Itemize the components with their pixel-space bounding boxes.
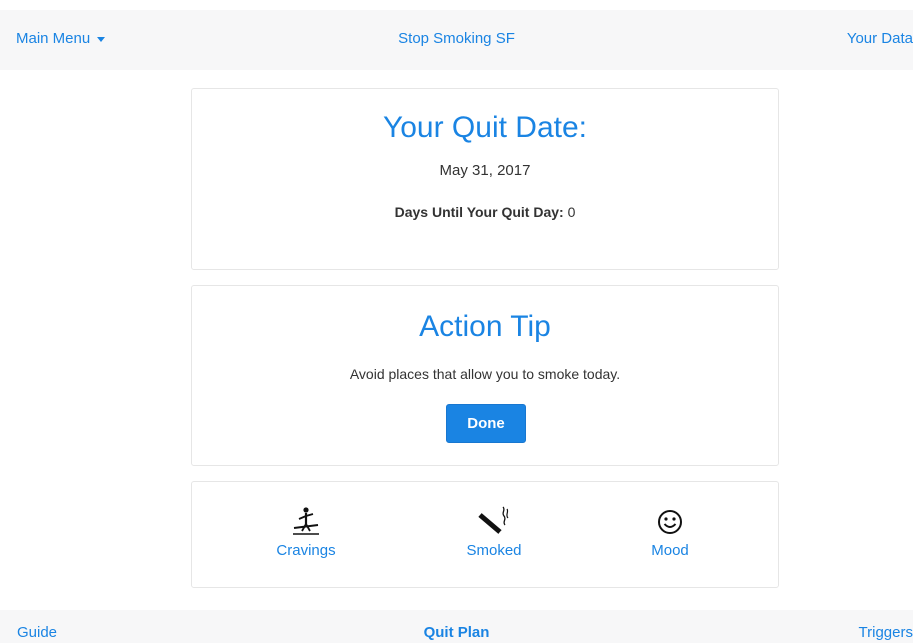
mood-label: Mood (651, 542, 689, 559)
surfer-icon (288, 504, 324, 540)
days-until-label: Days Until Your Quit Day: (394, 204, 564, 220)
action-tip-title: Action Tip (419, 310, 551, 343)
caret-down-icon (97, 37, 106, 42)
quit-date-card: Your Quit Date: May 31, 2017 Days Until … (191, 88, 779, 270)
smoked-label: Smoked (466, 542, 522, 559)
app-title-wrap: Stop Smoking SF (0, 30, 913, 47)
days-until-quit: Days Until Your Quit Day: 0 (192, 204, 778, 220)
done-button[interactable]: Done (446, 404, 526, 443)
your-data-link[interactable]: Your Data (847, 30, 913, 47)
main-menu-dropdown[interactable]: Main Menu (16, 30, 106, 47)
quit-date-title: Your Quit Date: (382, 111, 587, 144)
tracker-card: Cravings Smoked Mood (191, 481, 779, 588)
cravings-button[interactable]: Cravings (246, 504, 366, 559)
tab-quit-plan[interactable]: Quit Plan (424, 624, 490, 641)
tab-guide[interactable]: Guide (17, 624, 57, 641)
quit-date-value: May 31, 2017 (439, 162, 531, 179)
cravings-label: Cravings (276, 542, 336, 559)
mood-button[interactable]: Mood (610, 504, 730, 559)
days-until-value: 0 (567, 204, 576, 220)
bottom-tab-bar: Guide Quit Plan Triggers (0, 610, 913, 643)
action-tip-text: Avoid places that allow you to smoke tod… (349, 366, 621, 382)
smiley-face-icon (652, 504, 688, 540)
tab-quit-plan-wrap: Quit Plan (0, 624, 913, 641)
tab-triggers[interactable]: Triggers (859, 624, 913, 641)
smoked-button[interactable]: Smoked (434, 504, 554, 559)
main-menu-label: Main Menu (16, 30, 91, 47)
app-title[interactable]: Stop Smoking SF (398, 30, 515, 47)
app-page: Main Menu Stop Smoking SF Your Data Your… (0, 0, 913, 643)
top-nav-bar: Main Menu Stop Smoking SF Your Data (0, 10, 913, 70)
action-tip-card: Action Tip Avoid places that allow you t… (191, 285, 779, 466)
cigarette-icon (476, 504, 512, 540)
